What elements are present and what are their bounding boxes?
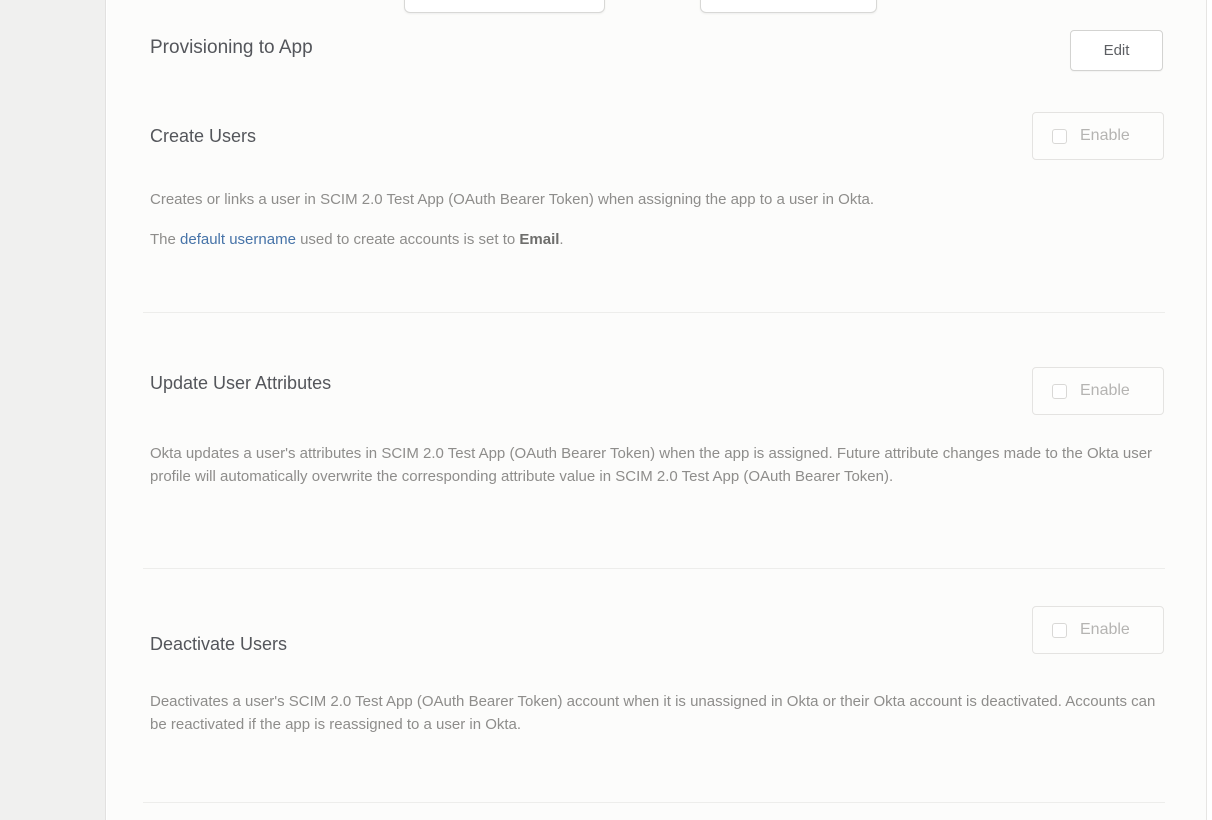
- section-divider: [143, 568, 1165, 569]
- enable-label: Enable: [1080, 382, 1130, 400]
- edit-button[interactable]: Edit: [1070, 30, 1163, 71]
- default-username-link[interactable]: default username: [180, 231, 296, 248]
- enable-label: Enable: [1080, 621, 1130, 639]
- create-users-username-note: The default username used to create acco…: [150, 228, 1166, 251]
- update-user-attributes-description: Okta updates a user's attributes in SCIM…: [150, 442, 1166, 488]
- note-prefix: The: [150, 231, 180, 248]
- enable-toggle-deactivate-users[interactable]: Enable: [1032, 606, 1164, 654]
- section-divider: [143, 312, 1165, 313]
- username-value: Email: [519, 231, 559, 248]
- enable-checkbox[interactable]: [1052, 623, 1067, 638]
- left-rail: [0, 0, 106, 820]
- provisioning-panel: Provisioning to App Edit Create Users En…: [107, 0, 1207, 820]
- deactivate-users-description: Deactivates a user's SCIM 2.0 Test App (…: [150, 690, 1166, 736]
- enable-label: Enable: [1080, 127, 1130, 145]
- section-heading-create-users: Create Users: [150, 126, 256, 147]
- enable-checkbox[interactable]: [1052, 129, 1067, 144]
- truncated-field-1[interactable]: [404, 0, 605, 13]
- section-divider: [143, 802, 1165, 803]
- note-suffix: .: [559, 231, 563, 248]
- page-title: Provisioning to App: [150, 37, 313, 59]
- create-users-description: Creates or links a user in SCIM 2.0 Test…: [150, 188, 1166, 211]
- enable-toggle-create-users[interactable]: Enable: [1032, 112, 1164, 160]
- truncated-field-2[interactable]: [700, 0, 877, 13]
- enable-toggle-update-user-attributes[interactable]: Enable: [1032, 367, 1164, 415]
- enable-checkbox[interactable]: [1052, 384, 1067, 399]
- section-heading-deactivate-users: Deactivate Users: [150, 634, 287, 655]
- section-heading-update-user-attributes: Update User Attributes: [150, 373, 331, 394]
- note-middle: used to create accounts is set to: [296, 231, 519, 248]
